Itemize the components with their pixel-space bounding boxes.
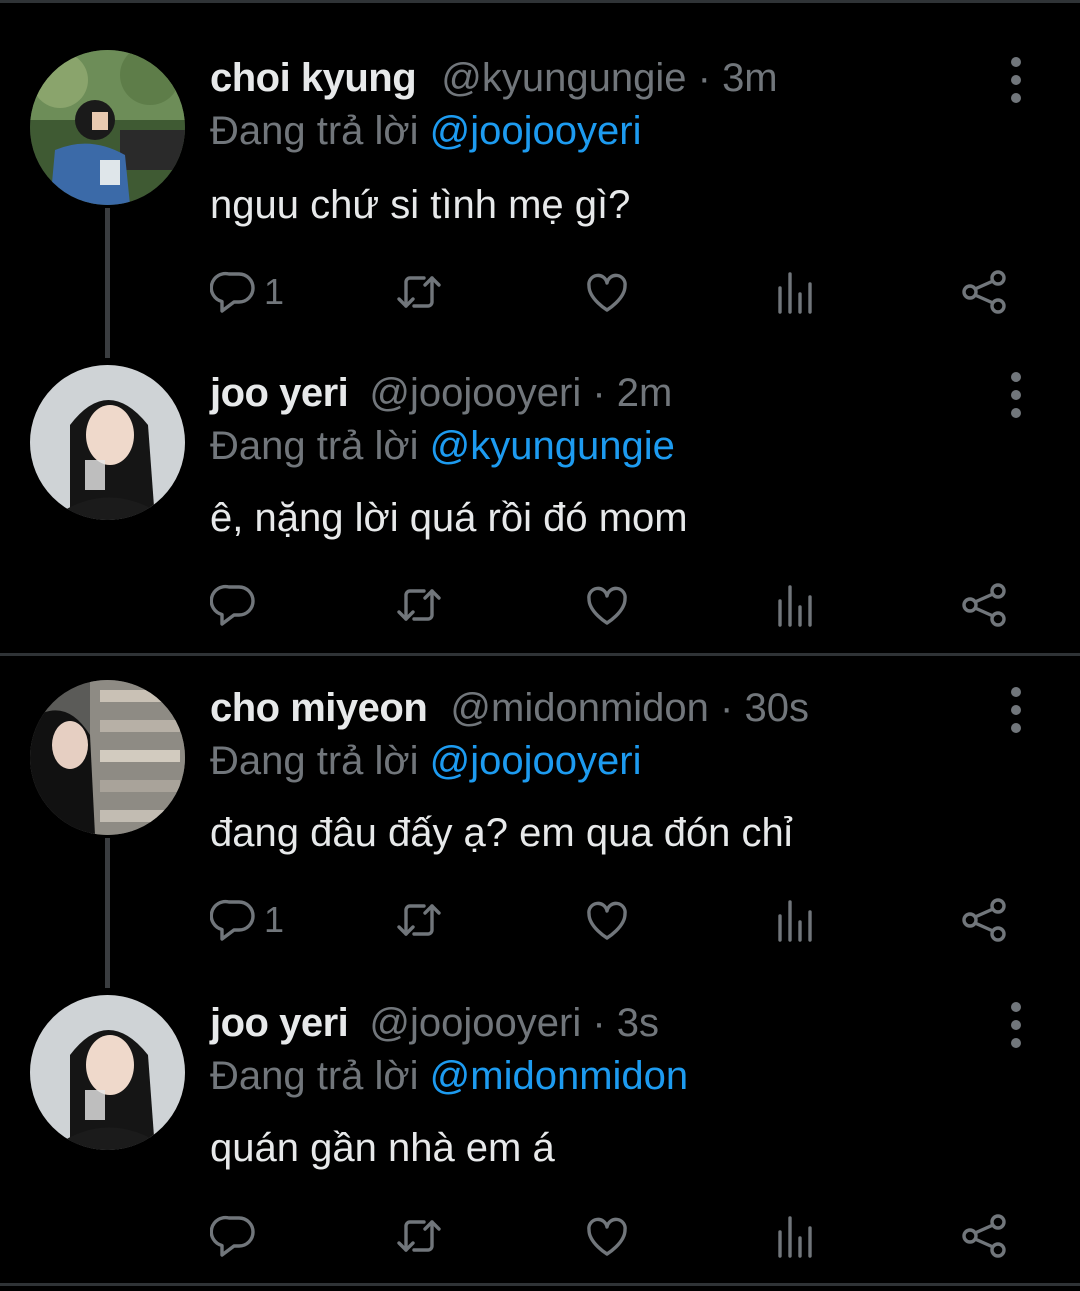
more-vertical-icon [1011, 1002, 1021, 1012]
reply-icon [210, 584, 255, 626]
retweet-button[interactable] [395, 575, 443, 635]
analytics-icon [778, 585, 812, 627]
heart-icon [587, 586, 627, 625]
tweet-actions [210, 575, 1030, 635]
reply-button[interactable]: 1 [210, 890, 284, 950]
replying-to: Đang trả lời @midonmidon [210, 1051, 688, 1101]
replying-to-label: Đang trả lời [210, 739, 419, 783]
share-button[interactable] [960, 262, 1008, 322]
heart-icon [587, 1217, 627, 1256]
more-options-button[interactable] [1001, 57, 1031, 103]
display-name[interactable]: joo yeri [210, 1001, 349, 1045]
bottom-divider [0, 1283, 1080, 1286]
username[interactable]: @midonmidon [450, 686, 709, 730]
replying-to-label: Đang trả lời [210, 109, 419, 153]
reply-count: 1 [264, 271, 285, 312]
timestamp[interactable]: 30s [744, 686, 809, 730]
share-icon [962, 270, 1006, 314]
separator: · [592, 1001, 606, 1045]
replying-to-label: Đang trả lời [210, 424, 419, 468]
avatar[interactable] [30, 995, 185, 1150]
retweet-icon [397, 1220, 441, 1252]
heart-icon [587, 273, 627, 312]
more-vertical-icon [1011, 687, 1021, 697]
retweet-icon [397, 589, 441, 621]
views-button[interactable] [772, 262, 820, 322]
avatar[interactable] [30, 365, 185, 520]
tweet-header: joo yeri @joojooyeri · 3s [210, 998, 659, 1048]
tweet-actions: 1 [210, 262, 1030, 322]
views-button[interactable] [772, 1206, 820, 1266]
reply-button[interactable]: 1 [210, 262, 284, 322]
tweet-text: ê, nặng lời quá rồi đó mom [210, 496, 688, 540]
share-icon [962, 583, 1006, 627]
share-icon [962, 1214, 1006, 1258]
more-options-button[interactable] [1001, 1002, 1031, 1048]
replying-to: Đang trả lời @joojooyeri [210, 106, 642, 156]
retweet-icon [397, 904, 441, 936]
like-button[interactable] [583, 575, 631, 635]
tweet-actions: 1 [210, 890, 1030, 950]
mention-link[interactable]: @kyungungie [430, 424, 675, 468]
tweet-header: joo yeri @joojooyeri · 2m [210, 368, 672, 418]
like-button[interactable] [583, 890, 631, 950]
views-button[interactable] [772, 890, 820, 950]
more-options-button[interactable] [1001, 687, 1031, 733]
heart-icon [587, 901, 627, 940]
tweet-header: cho miyeon @midonmidon · 30s [210, 683, 809, 733]
top-divider [0, 0, 1080, 3]
more-vertical-icon [1011, 372, 1021, 382]
timestamp[interactable]: 3s [617, 1001, 659, 1045]
replying-to: Đang trả lời @joojooyeri [210, 736, 642, 786]
tweet-header: choi kyung @kyungungie · 3m [210, 53, 778, 103]
reply-count: 1 [264, 899, 285, 940]
separator: · [720, 686, 734, 730]
mention-link[interactable]: @joojooyeri [430, 109, 642, 153]
reply-icon [210, 899, 255, 941]
username[interactable]: @kyungungie [441, 56, 686, 100]
avatar[interactable] [30, 50, 185, 205]
mention-link[interactable]: @joojooyeri [430, 739, 642, 783]
retweet-icon [397, 276, 441, 308]
like-button[interactable] [583, 262, 631, 322]
views-button[interactable] [772, 575, 820, 635]
mention-link[interactable]: @midonmidon [430, 1054, 689, 1098]
retweet-button[interactable] [395, 262, 443, 322]
share-icon [962, 898, 1006, 942]
analytics-icon [778, 272, 812, 314]
display-name[interactable]: joo yeri [210, 371, 349, 415]
timestamp[interactable]: 3m [722, 56, 778, 100]
more-vertical-icon [1011, 57, 1021, 67]
separator: · [697, 56, 711, 100]
share-button[interactable] [960, 890, 1008, 950]
display-name[interactable]: choi kyung [210, 56, 417, 100]
like-button[interactable] [583, 1206, 631, 1266]
share-button[interactable] [960, 575, 1008, 635]
analytics-icon [778, 900, 812, 942]
reply-button[interactable] [210, 575, 264, 635]
reply-icon [210, 1215, 255, 1257]
retweet-button[interactable] [395, 890, 443, 950]
avatar[interactable] [30, 680, 185, 835]
analytics-icon [778, 1216, 812, 1258]
share-button[interactable] [960, 1206, 1008, 1266]
retweet-button[interactable] [395, 1206, 443, 1266]
replying-to-label: Đang trả lời [210, 1054, 419, 1098]
username[interactable]: @joojooyeri [369, 371, 581, 415]
separator: · [592, 371, 606, 415]
more-options-button[interactable] [1001, 372, 1031, 418]
reply-icon [210, 271, 255, 313]
display-name[interactable]: cho miyeon [210, 686, 428, 730]
tweet-text: đang đâu đấy ạ? em qua đón chỉ [210, 811, 793, 855]
tweet-text: quán gần nhà em á [210, 1126, 555, 1170]
conversation-divider [0, 653, 1080, 656]
replying-to: Đang trả lời @kyungungie [210, 421, 675, 471]
timestamp[interactable]: 2m [617, 371, 673, 415]
tweet-text: nguu chứ si tình mẹ gì? [210, 183, 631, 227]
username[interactable]: @joojooyeri [369, 1001, 581, 1045]
reply-button[interactable] [210, 1206, 264, 1266]
tweet-actions [210, 1206, 1030, 1266]
